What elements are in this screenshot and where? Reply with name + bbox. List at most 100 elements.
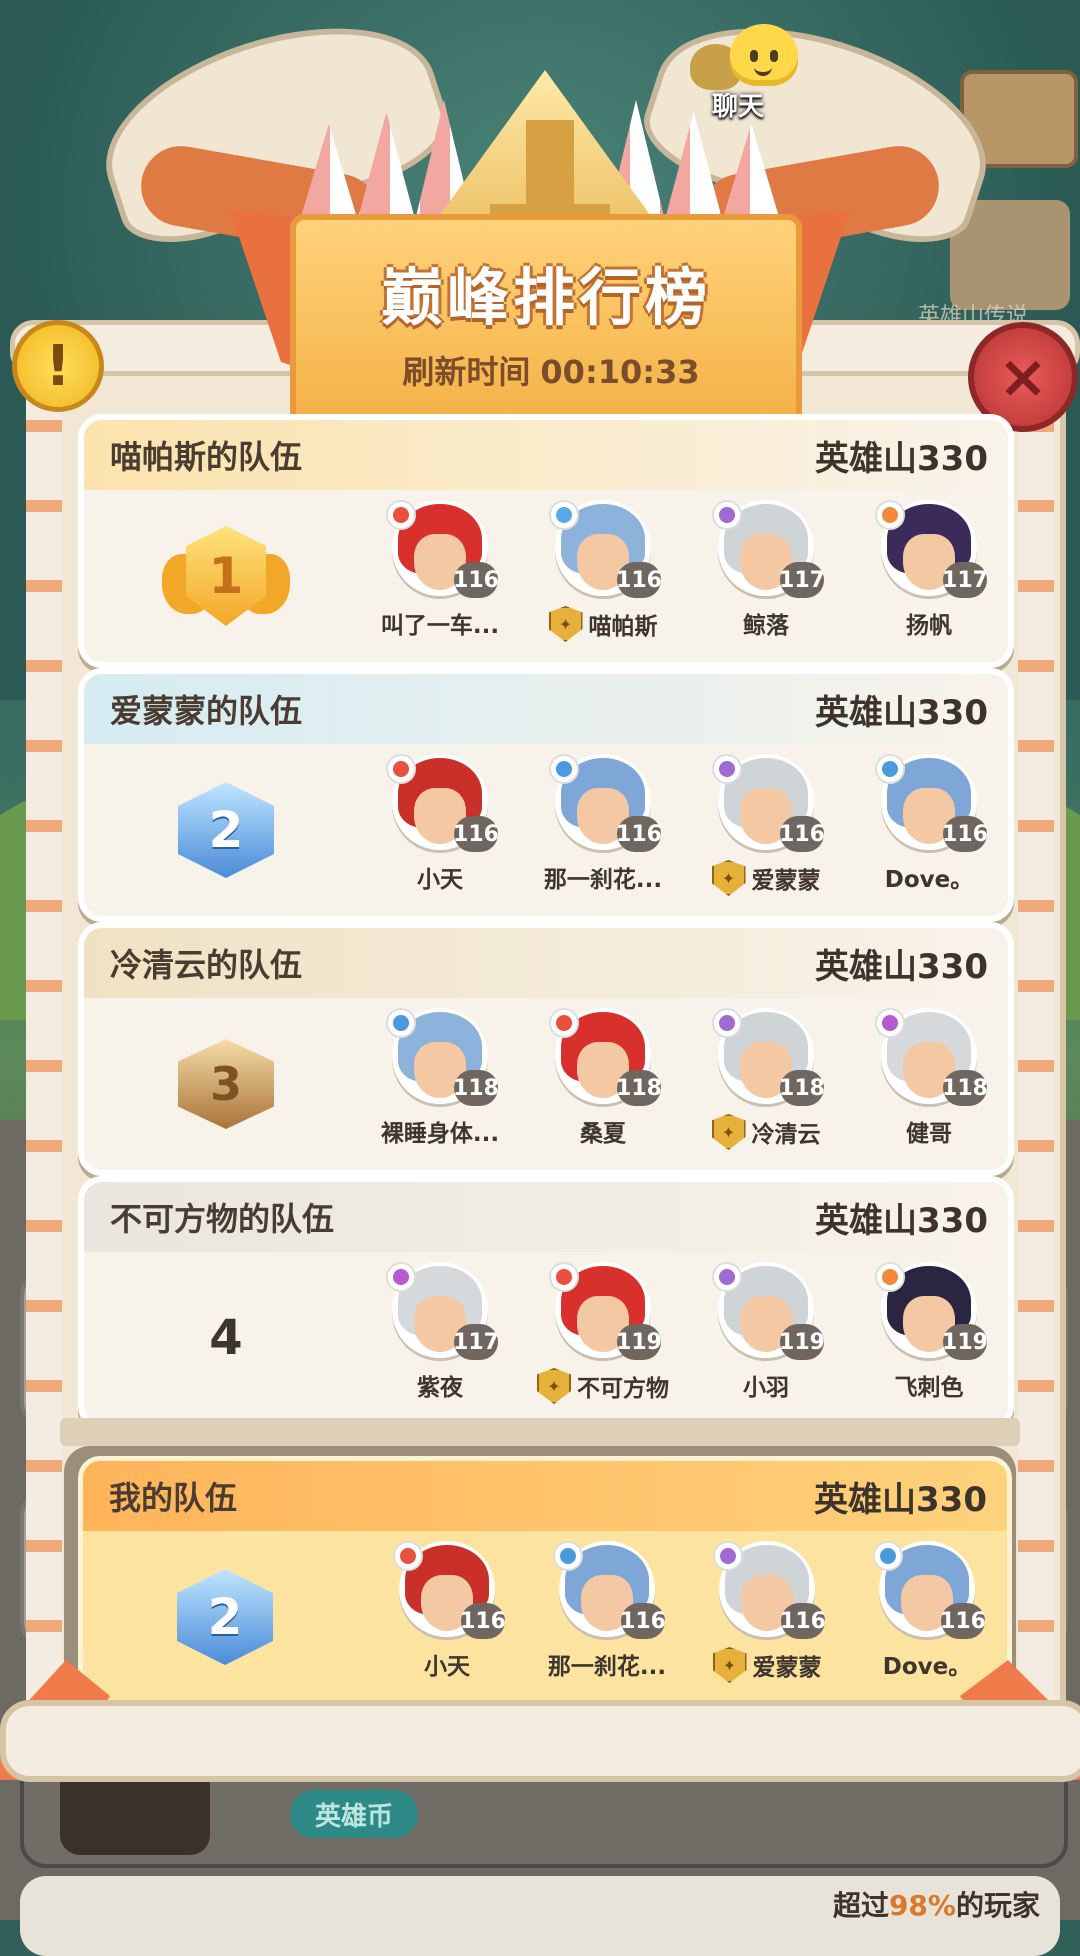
level-badge: 118 bbox=[942, 1070, 988, 1106]
team-member[interactable]: 119 飞刺色 bbox=[847, 1262, 1008, 1412]
captain-icon: ✦ bbox=[537, 1368, 571, 1404]
exclamation-icon: ! bbox=[45, 333, 71, 399]
team-member[interactable]: 118 ✦ 冷清云 bbox=[684, 1008, 848, 1158]
frame-pillar-left bbox=[26, 380, 62, 1760]
member-name: 冷清云 bbox=[751, 1122, 821, 1148]
level-badge: 118 bbox=[616, 1070, 662, 1106]
chat-label: 聊天 bbox=[712, 92, 765, 122]
chat-button[interactable]: 聊天 bbox=[690, 20, 810, 122]
team-member[interactable]: 116 ✦ 爱蒙蒙 bbox=[684, 754, 848, 904]
element-icon bbox=[549, 754, 579, 784]
member-name: 桑夏 bbox=[580, 1121, 626, 1147]
member-name: 那一刹花... bbox=[543, 867, 663, 893]
team-member[interactable]: 116 Dove。 bbox=[845, 1541, 1007, 1691]
beat-players-text: 超过98%的玩家 bbox=[832, 1889, 1040, 1922]
element-icon bbox=[386, 1008, 416, 1038]
element-icon bbox=[713, 1541, 743, 1571]
member-name: Dove。 bbox=[884, 867, 974, 893]
element-icon bbox=[712, 754, 742, 784]
frame-pillar-right bbox=[1018, 380, 1054, 1760]
element-icon bbox=[386, 500, 416, 530]
team-name: 喵帕斯的队伍 bbox=[110, 438, 303, 476]
refresh-timer: 刷新时间 00:10:33 bbox=[392, 347, 699, 393]
team-header: 爱蒙蒙的队伍 英雄山330 bbox=[84, 674, 1008, 744]
my-team-card[interactable]: 我的队伍 英雄山330 2 116 小天 116 那一刹花... 116 ✦ 爱… bbox=[78, 1456, 1012, 1708]
level-badge: 118 bbox=[453, 1070, 499, 1106]
captain-icon: ✦ bbox=[548, 606, 583, 642]
team-members: 118 裸睡身体... 118 桑夏 118 ✦ 冷清云 118 健哥 bbox=[356, 998, 1006, 1170]
member-name: 叫了一车... bbox=[380, 613, 500, 639]
member-name: 扬帆 bbox=[906, 613, 952, 639]
level-badge: 116 bbox=[620, 1603, 666, 1639]
team-server: 英雄山330 bbox=[815, 692, 988, 733]
team-card[interactable]: 喵帕斯的队伍 英雄山330 1 116 叫了一车... 116 ✦ 喵帕斯 117 bbox=[78, 414, 1014, 668]
team-member[interactable]: 116 那一刹花... bbox=[521, 754, 685, 904]
team-member[interactable]: 117 扬帆 bbox=[847, 500, 1008, 650]
team-card[interactable]: 不可方物的队伍 英雄山330 4 117 紫夜 119 ✦ 不可方物 119 小… bbox=[78, 1176, 1014, 1430]
element-icon bbox=[386, 1262, 416, 1292]
element-icon bbox=[549, 500, 579, 530]
team-member[interactable]: 116 叫了一车... bbox=[358, 500, 522, 650]
member-name: 鲸落 bbox=[743, 613, 789, 639]
element-icon bbox=[873, 1541, 903, 1571]
member-name: 不可方物 bbox=[577, 1376, 669, 1402]
team-member[interactable]: 117 鲸落 bbox=[684, 500, 848, 650]
level-badge: 116 bbox=[616, 816, 662, 852]
level-badge: 117 bbox=[779, 562, 825, 598]
element-icon bbox=[712, 1008, 742, 1038]
element-icon bbox=[875, 1008, 905, 1038]
captain-icon: ✦ bbox=[712, 1647, 747, 1683]
level-badge: 116 bbox=[453, 562, 499, 598]
rank-1-badge-icon: 1 bbox=[162, 526, 290, 626]
team-server: 英雄山330 bbox=[815, 946, 988, 987]
team-member[interactable]: 118 健哥 bbox=[847, 1008, 1008, 1158]
level-badge: 116 bbox=[942, 816, 988, 852]
level-badge: 117 bbox=[942, 562, 988, 598]
rank-area: 2 bbox=[84, 744, 368, 916]
team-header: 冷清云的队伍 英雄山330 bbox=[84, 928, 1008, 998]
element-icon bbox=[386, 754, 416, 784]
team-member[interactable]: 119 小羽 bbox=[684, 1262, 848, 1412]
level-badge: 119 bbox=[616, 1324, 662, 1360]
team-member[interactable]: 116 小天 bbox=[365, 1541, 529, 1691]
member-name: 那一刹花... bbox=[547, 1654, 667, 1680]
help-button[interactable]: ! bbox=[12, 320, 104, 412]
team-members: 116 小天 116 那一刹花... 116 ✦ 爱蒙蒙 116 Dove。 bbox=[355, 1531, 1005, 1703]
element-icon bbox=[549, 1262, 579, 1292]
member-name: 爱蒙蒙 bbox=[752, 1655, 822, 1681]
rank-area: 1 bbox=[84, 490, 368, 662]
team-header: 不可方物的队伍 英雄山330 bbox=[84, 1182, 1008, 1252]
title-banner: 巅峰排行榜 刷新时间 00:10:33 bbox=[290, 214, 802, 426]
member-name: 小天 bbox=[424, 1654, 470, 1680]
team-name: 冷清云的队伍 bbox=[110, 946, 303, 984]
level-badge: 117 bbox=[453, 1324, 499, 1360]
member-name: 健哥 bbox=[906, 1121, 952, 1147]
rank-number: 4 bbox=[209, 1310, 243, 1366]
team-member[interactable]: 116 ✦ 爱蒙蒙 bbox=[685, 1541, 849, 1691]
team-member[interactable]: 118 桑夏 bbox=[521, 1008, 685, 1158]
team-member[interactable]: 118 裸睡身体... bbox=[358, 1008, 522, 1158]
team-card[interactable]: 冷清云的队伍 英雄山330 3 118 裸睡身体... 118 桑夏 118 ✦ bbox=[78, 922, 1014, 1176]
rank-area: 2 bbox=[83, 1531, 367, 1703]
member-name: 爱蒙蒙 bbox=[751, 868, 821, 894]
team-members: 116 叫了一车... 116 ✦ 喵帕斯 117 鲸落 117 扬帆 bbox=[356, 490, 1006, 662]
member-name: 裸睡身体... bbox=[380, 1121, 500, 1147]
team-name: 爱蒙蒙的队伍 bbox=[110, 692, 303, 730]
level-badge: 116 bbox=[940, 1603, 986, 1639]
refresh-time: 00:10:33 bbox=[540, 353, 700, 391]
element-icon bbox=[712, 500, 742, 530]
team-member[interactable]: 119 ✦ 不可方物 bbox=[521, 1262, 685, 1412]
team-member[interactable]: 116 Dove。 bbox=[847, 754, 1008, 904]
team-server: 英雄山330 bbox=[815, 438, 988, 479]
team-member[interactable]: 116 那一刹花... bbox=[525, 1541, 689, 1691]
team-card[interactable]: 爱蒙蒙的队伍 英雄山330 2 116 小天 116 那一刹花... 116 ✦ bbox=[78, 668, 1014, 922]
team-member[interactable]: 117 紫夜 bbox=[358, 1262, 522, 1412]
team-members: 117 紫夜 119 ✦ 不可方物 119 小羽 119 飞刺色 bbox=[356, 1252, 1006, 1424]
captain-icon: ✦ bbox=[711, 1114, 746, 1150]
team-member[interactable]: 116 ✦ 喵帕斯 bbox=[521, 500, 685, 650]
hero-coin-tag: 英雄币 bbox=[290, 1790, 418, 1838]
list-divider bbox=[60, 1418, 1020, 1446]
close-icon: × bbox=[997, 342, 1049, 412]
team-member[interactable]: 116 小天 bbox=[358, 754, 522, 904]
team-members: 116 小天 116 那一刹花... 116 ✦ 爱蒙蒙 116 Dove。 bbox=[356, 744, 1006, 916]
